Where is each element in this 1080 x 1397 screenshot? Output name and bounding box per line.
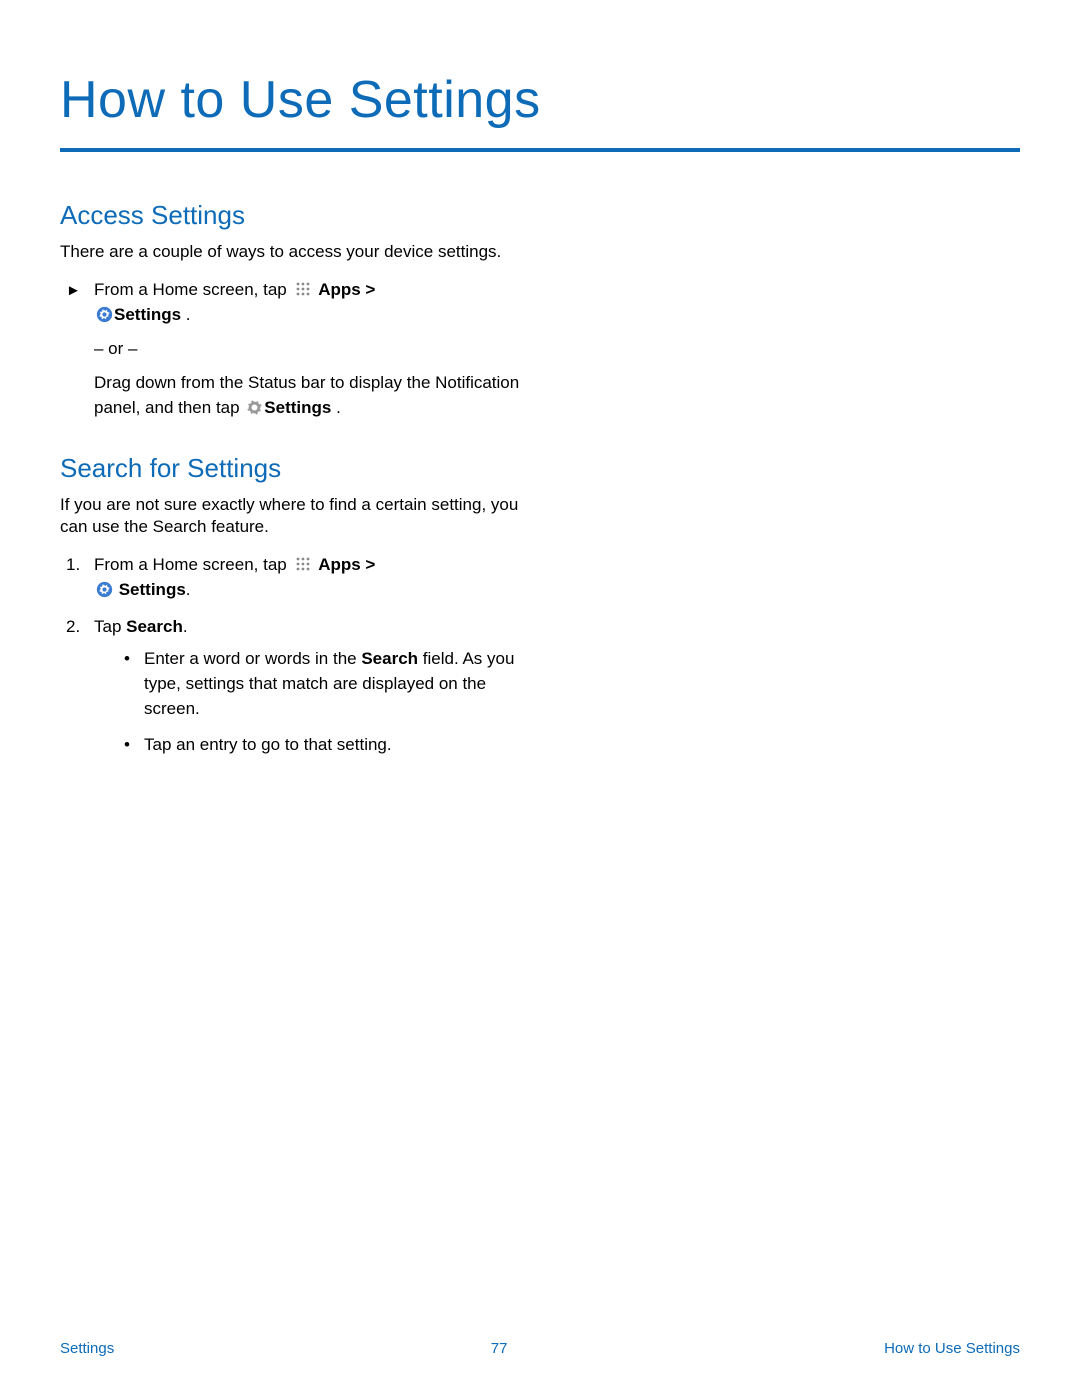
- settings-label: Settings: [114, 305, 181, 324]
- drag-instruction: Drag down from the Status bar to display…: [60, 371, 530, 420]
- or-separator: – or –: [60, 339, 530, 359]
- section-search-heading: Search for Settings: [60, 453, 530, 484]
- substep-1: • Enter a word or words in the Search fi…: [124, 647, 530, 721]
- bullet1b: Search: [361, 649, 418, 668]
- footer-left: Settings: [60, 1340, 114, 1357]
- list-marker-1: 1.: [66, 553, 80, 578]
- gear-icon: [96, 306, 113, 323]
- bullet-dot-icon: •: [124, 647, 130, 672]
- apps-grid-icon: [295, 281, 311, 297]
- access-step: ► From a Home screen, tap Apps > Setting…: [60, 278, 530, 327]
- search-steps: 1. From a Home screen, tap Apps > Settin…: [60, 553, 530, 757]
- gear-plain-icon: [246, 399, 263, 416]
- page-title: How to Use Settings: [60, 70, 1020, 130]
- list-marker-2: 2.: [66, 615, 80, 640]
- access-step-period: .: [181, 305, 190, 324]
- search-step-1: 1. From a Home screen, tap Apps > Settin…: [60, 553, 530, 602]
- access-intro: There are a couple of ways to access you…: [60, 241, 530, 264]
- search-step-2: 2. Tap Search. • Enter a word or words i…: [60, 615, 530, 758]
- section-access-heading: Access Settings: [60, 200, 530, 231]
- page-footer: Settings 77 How to Use Settings: [60, 1340, 1020, 1357]
- apps-grid-icon: [295, 556, 311, 572]
- search-intro: If you are not sure exactly where to fin…: [60, 494, 530, 540]
- step1-settings: Settings: [114, 580, 186, 599]
- apps-label: Apps >: [318, 280, 375, 299]
- step2-tap: Tap: [94, 617, 126, 636]
- gear-icon: [96, 581, 113, 598]
- footer-right: How to Use Settings: [884, 1340, 1020, 1357]
- content-column: Access Settings There are a couple of wa…: [60, 200, 530, 758]
- bullet1a: Enter a word or words in the: [144, 649, 361, 668]
- footer-page-number: 77: [491, 1340, 508, 1357]
- step2-search: Search: [126, 617, 183, 636]
- step1-period: .: [186, 580, 191, 599]
- access-step-prefix: From a Home screen, tap: [94, 280, 291, 299]
- step1-prefix: From a Home screen, tap: [94, 555, 291, 574]
- substep-2: • Tap an entry to go to that setting.: [124, 733, 530, 758]
- drag-settings-label: Settings: [264, 398, 331, 417]
- bullet2: Tap an entry to go to that setting.: [144, 735, 392, 754]
- drag-text-b: .: [331, 398, 340, 417]
- bullet-dot-icon: •: [124, 733, 130, 758]
- search-substeps: • Enter a word or words in the Search fi…: [94, 647, 530, 758]
- title-underline: [60, 148, 1020, 152]
- step1-apps: Apps >: [318, 555, 375, 574]
- step2-period: .: [183, 617, 188, 636]
- play-icon: ►: [66, 280, 81, 302]
